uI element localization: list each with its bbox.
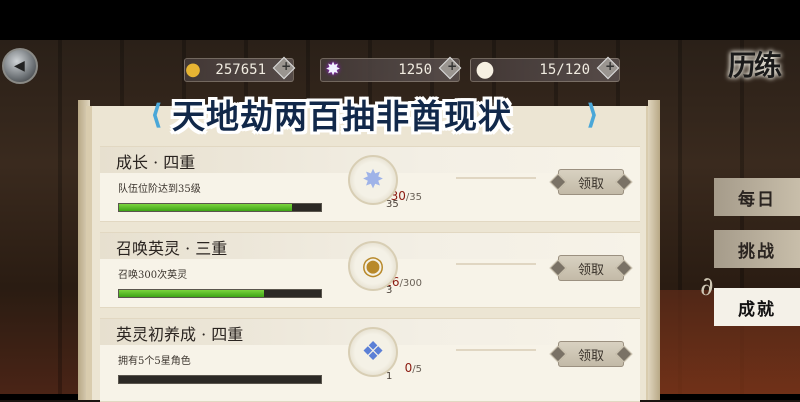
reward-item[interactable]: ❖ [348, 327, 398, 377]
reward-item[interactable]: ✸ [348, 155, 398, 205]
tab-daily[interactable]: 每日 [714, 178, 800, 216]
progress-text: 216/300 [250, 275, 422, 289]
progress-bar [118, 289, 322, 298]
claim-label: 领取 [577, 348, 604, 364]
gold-value: 257651 [215, 62, 266, 78]
task-card: 英灵初养成 · 四重 拥有5个5星角色 0/5 ❖ 1 领取 [100, 318, 640, 402]
progress-max: /35 [405, 192, 422, 203]
reward-count: 3 [386, 285, 393, 296]
jade-resource: ✸ 1250 [320, 56, 462, 82]
reward-item[interactable]: ◉ [348, 241, 398, 291]
star-jade-icon: ✸ [362, 165, 384, 195]
reward-count: 1 [386, 371, 393, 382]
back-button[interactable]: ◀ [2, 48, 38, 84]
banner-text: 天地劫两百抽非酋现状 [172, 97, 512, 136]
claim-label: 领取 [577, 176, 604, 192]
divider-ornament [456, 177, 536, 179]
progress-fill [119, 204, 293, 211]
diamond-ornament-icon [549, 345, 567, 363]
jade-value: 1250 [398, 62, 432, 78]
diamond-ornament-icon [615, 259, 633, 277]
claim-button[interactable]: 领取 [549, 341, 633, 367]
stamina-value: 15/120 [539, 62, 590, 78]
gold-token-icon: ◉ [361, 251, 385, 281]
progress-max: /300 [399, 278, 422, 289]
stamina-resource: ● 15/120 [470, 56, 620, 82]
back-arrow-icon: ◀ [14, 58, 25, 74]
claim-button[interactable]: 领取 [549, 169, 633, 195]
progress-bar [118, 375, 322, 384]
progress-fill [119, 290, 265, 297]
diamond-ornament-icon [615, 173, 633, 191]
reward-count: 35 [386, 199, 399, 210]
claim-label: 领取 [577, 262, 604, 278]
task-title: 成长 · 四重 [116, 153, 196, 172]
overlay-banner: ⟨ 天地劫两百抽非酋现状 ⟩ [150, 86, 610, 136]
page-title: 历练 [728, 49, 782, 82]
tab-achievement[interactable]: 成就 [714, 288, 800, 326]
spirit-crystal-icon: ❖ [361, 337, 385, 367]
diamond-ornament-icon [615, 345, 633, 363]
task-title: 召唤英灵 · 三重 [116, 239, 228, 258]
divider-ornament [456, 349, 536, 351]
tab-challenge[interactable]: 挑战 [714, 230, 800, 268]
banner-swoosh-left: ⟨ [150, 98, 163, 131]
progress-bar [118, 203, 322, 212]
task-description: 拥有5个5星角色 [118, 356, 191, 367]
scroll-edge-right [648, 100, 660, 400]
divider-ornament [456, 263, 536, 265]
banner-swoosh-right: ⟩ [586, 98, 599, 131]
task-card: 成长 · 四重 队伍位阶达到35级 30/35 ✸ 35 领取 [100, 146, 640, 222]
gold-coin-icon: ● [185, 59, 201, 80]
diamond-ornament-icon [549, 259, 567, 277]
stamina-bun-icon: ● [475, 57, 495, 82]
star-jade-icon: ✸ [325, 59, 341, 80]
task-description: 队伍位阶达到35级 [118, 184, 201, 195]
progress-max: /5 [412, 364, 422, 375]
claim-button[interactable]: 领取 [549, 255, 633, 281]
task-description: 召唤300次英灵 [118, 270, 188, 281]
gold-resource: ● 257651 [184, 56, 304, 82]
top-letterbox [0, 0, 800, 40]
task-card: 召唤英灵 · 三重 召唤300次英灵 216/300 ◉ 3 领取 [100, 232, 640, 308]
progress-text: 0/5 [250, 361, 422, 375]
task-title: 英灵初养成 · 四重 [116, 325, 244, 344]
diamond-ornament-icon [549, 173, 567, 191]
